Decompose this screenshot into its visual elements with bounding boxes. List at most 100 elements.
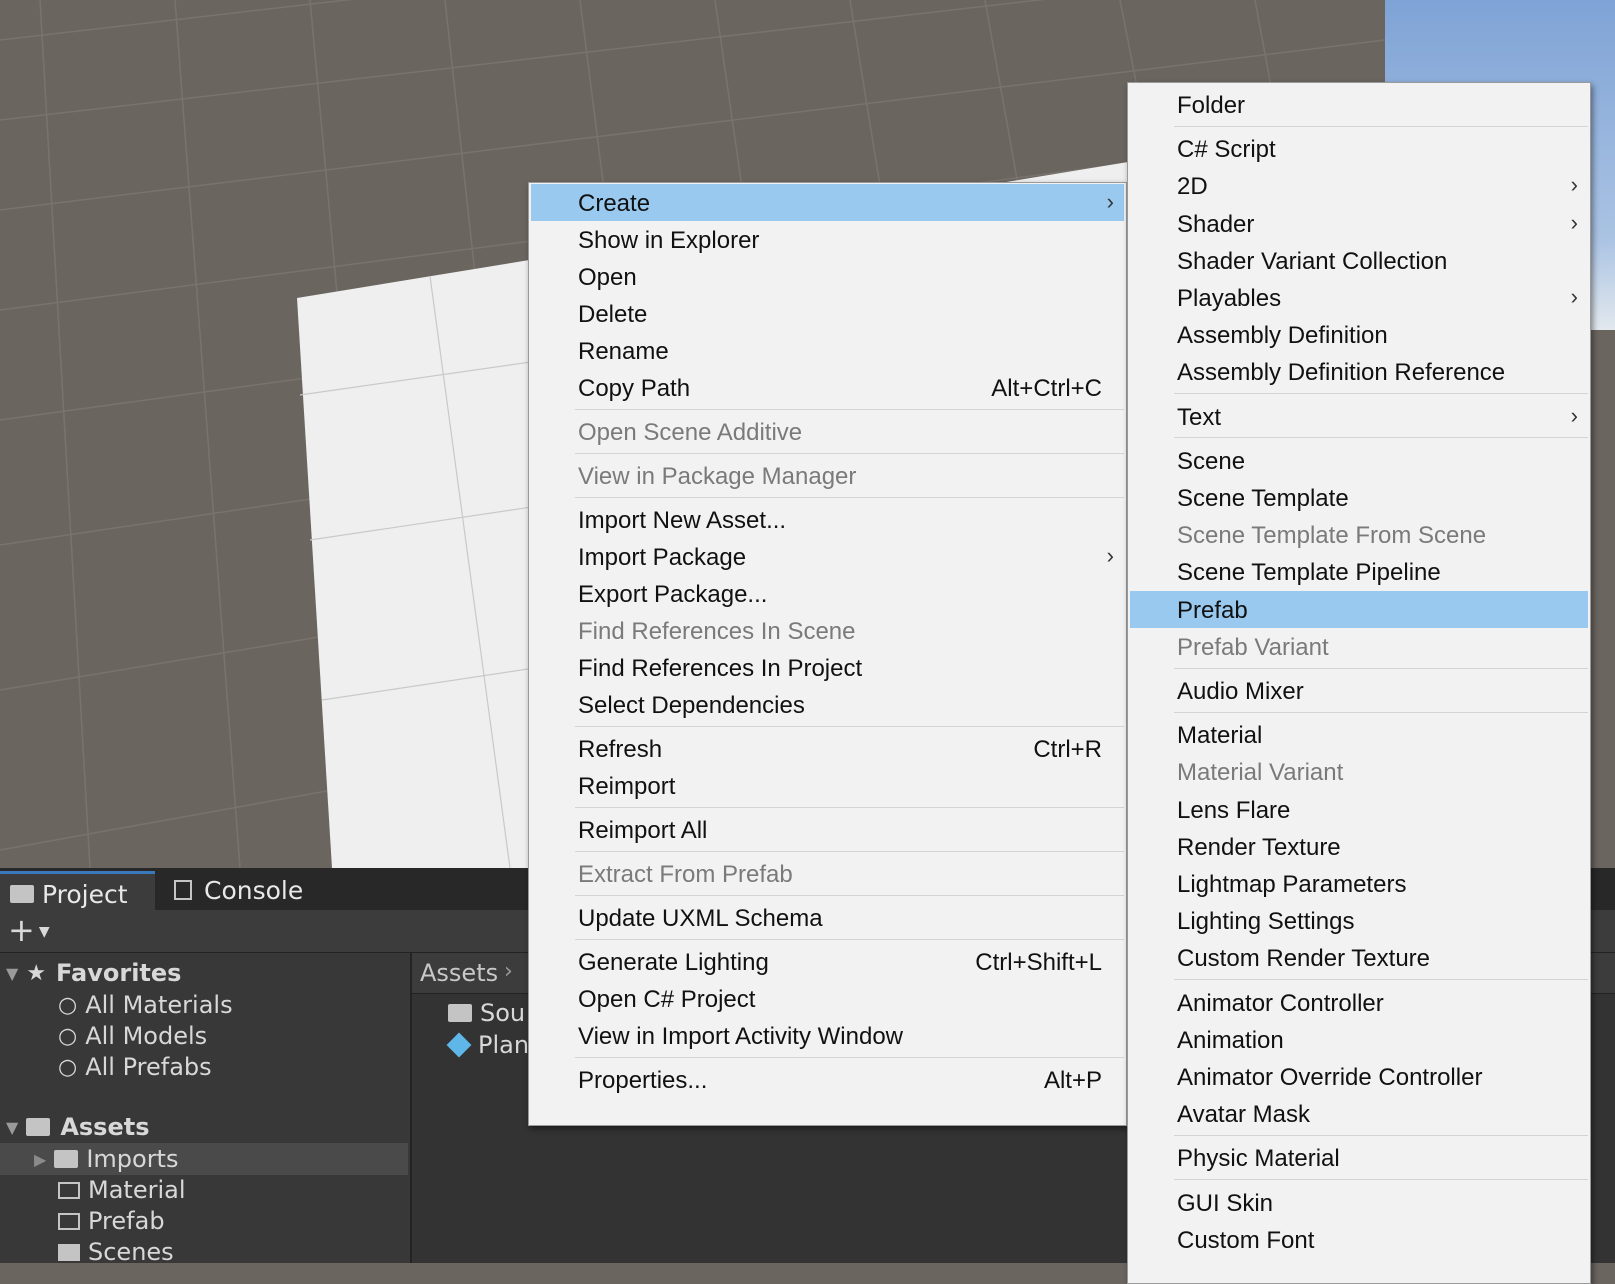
menu-item-lightmap-parameters[interactable]: Lightmap Parameters bbox=[1130, 865, 1588, 902]
search-icon: ○ bbox=[58, 992, 78, 1018]
asset-folder-item[interactable]: Scenes bbox=[58, 1236, 174, 1268]
menu-item-shortcut: Ctrl+R bbox=[1033, 736, 1102, 763]
menu-item-playables[interactable]: Playables › bbox=[1130, 279, 1588, 316]
menu-item-label: View in Import Activity Window bbox=[578, 1023, 903, 1050]
favorite-label: All Materials bbox=[85, 991, 233, 1019]
menu-item-label: Import Package bbox=[578, 544, 747, 571]
menu-item-label: Custom Render Texture bbox=[1177, 945, 1431, 973]
console-icon bbox=[174, 880, 192, 900]
menu-item-label: Text bbox=[1177, 403, 1222, 431]
content-item[interactable]: Plan bbox=[446, 1029, 529, 1061]
menu-item-label: Material bbox=[1177, 722, 1263, 750]
menu-item-label: Generate Lighting bbox=[578, 949, 769, 976]
folder-label: Prefab bbox=[88, 1207, 165, 1235]
menu-item-label: View in Package Manager bbox=[578, 463, 857, 490]
favorite-item[interactable]: ○ All Models bbox=[58, 1020, 207, 1052]
asset-folder-item[interactable]: ▶ Imports bbox=[0, 1143, 408, 1175]
favorites-header[interactable]: ▼ ★ Favorites bbox=[0, 957, 181, 989]
menu-item-delete[interactable]: Delete bbox=[531, 295, 1124, 332]
menu-item-folder[interactable]: Folder bbox=[1130, 86, 1588, 123]
menu-item-assembly-definition[interactable]: Assembly Definition bbox=[1130, 316, 1588, 353]
menu-item-label: GUI Skin bbox=[1177, 1189, 1274, 1217]
menu-item-reimport-all[interactable]: Reimport All bbox=[531, 811, 1124, 848]
menu-item-animator-controller[interactable]: Animator Controller bbox=[1130, 984, 1588, 1021]
menu-item-label: Rename bbox=[578, 338, 669, 365]
menu-item-text[interactable]: Text › bbox=[1130, 398, 1588, 435]
menu-item-view-in-import-activity-window[interactable]: View in Import Activity Window bbox=[531, 1017, 1124, 1054]
menu-item-reimport[interactable]: Reimport bbox=[531, 767, 1124, 804]
menu-item-custom-render-texture[interactable]: Custom Render Texture bbox=[1130, 939, 1588, 976]
tab-console[interactable]: Console bbox=[170, 870, 330, 910]
tab-project[interactable]: Project bbox=[0, 871, 155, 914]
menu-item-avatar-mask[interactable]: Avatar Mask bbox=[1130, 1095, 1588, 1132]
menu-item-update-uxml-schema[interactable]: Update UXML Schema bbox=[531, 899, 1124, 936]
menu-item-label: Open bbox=[578, 264, 637, 291]
menu-item-import-new-asset[interactable]: Import New Asset... bbox=[531, 501, 1124, 538]
menu-item-custom-font[interactable]: Custom Font bbox=[1130, 1221, 1588, 1258]
menu-item-physic-material[interactable]: Physic Material bbox=[1130, 1139, 1588, 1176]
menu-item-label: Create bbox=[578, 190, 651, 217]
menu-item-import-package[interactable]: Import Package › bbox=[531, 538, 1124, 575]
prefab-cube-icon bbox=[446, 1032, 472, 1058]
menu-separator bbox=[1174, 393, 1588, 395]
menu-item-lens-flare[interactable]: Lens Flare bbox=[1130, 791, 1588, 828]
menu-item-prefab[interactable]: Prefab bbox=[1130, 590, 1588, 628]
content-item[interactable]: Sou bbox=[448, 997, 525, 1029]
menu-item-shader[interactable]: Shader › bbox=[1130, 205, 1588, 242]
menu-separator bbox=[1174, 1179, 1588, 1181]
menu-item-rename[interactable]: Rename bbox=[531, 332, 1124, 369]
folder-label: Imports bbox=[86, 1145, 179, 1173]
menu-item-label: Find References In Project bbox=[578, 655, 863, 682]
add-button[interactable]: + ▼ bbox=[8, 914, 60, 946]
menu-item-view-in-package-manager: View in Package Manager bbox=[531, 457, 1124, 494]
menu-item-shortcut: Ctrl+Shift+L bbox=[975, 949, 1102, 976]
menu-item-2d[interactable]: 2D › bbox=[1130, 167, 1588, 204]
breadcrumb-assets[interactable]: Assets bbox=[420, 959, 498, 987]
menu-item-scene[interactable]: Scene bbox=[1130, 442, 1588, 479]
menu-item-open[interactable]: Open bbox=[531, 258, 1124, 295]
menu-item-lighting-settings[interactable]: Lighting Settings bbox=[1130, 902, 1588, 939]
tab-label: Project bbox=[42, 879, 128, 909]
menu-item-label: Prefab bbox=[1177, 596, 1248, 624]
menu-item-c-script[interactable]: C# Script bbox=[1130, 130, 1588, 167]
asset-folder-item[interactable]: Material bbox=[58, 1174, 186, 1206]
menu-item-copy-path[interactable]: Copy Path Alt+Ctrl+C bbox=[531, 369, 1124, 406]
menu-item-export-package[interactable]: Export Package... bbox=[531, 575, 1124, 612]
chevron-right-icon: › bbox=[504, 959, 513, 984]
menu-item-animator-override-controller[interactable]: Animator Override Controller bbox=[1130, 1058, 1588, 1095]
menu-item-label: Material Variant bbox=[1177, 759, 1344, 787]
menu-item-find-references-in-scene: Find References In Scene bbox=[531, 612, 1124, 649]
menu-item-generate-lighting[interactable]: Generate Lighting Ctrl+Shift+L bbox=[531, 943, 1124, 980]
tab-label: Console bbox=[204, 875, 304, 905]
menu-item-label: Shader bbox=[1177, 210, 1255, 238]
menu-item-material[interactable]: Material bbox=[1130, 716, 1588, 753]
menu-item-assembly-definition-reference[interactable]: Assembly Definition Reference bbox=[1130, 353, 1588, 390]
menu-item-create[interactable]: Create › bbox=[531, 184, 1124, 221]
menu-item-properties[interactable]: Properties... Alt+P bbox=[531, 1061, 1124, 1098]
menu-item-show-in-explorer[interactable]: Show in Explorer bbox=[531, 221, 1124, 258]
menu-item-refresh[interactable]: Refresh Ctrl+R bbox=[531, 730, 1124, 767]
menu-item-label: Render Texture bbox=[1177, 833, 1341, 861]
menu-item-audio-mixer[interactable]: Audio Mixer bbox=[1130, 672, 1588, 709]
menu-item-label: Avatar Mask bbox=[1177, 1101, 1310, 1129]
menu-item-scene-template[interactable]: Scene Template bbox=[1130, 479, 1588, 516]
menu-item-select-dependencies[interactable]: Select Dependencies bbox=[531, 686, 1124, 723]
menu-item-label: Lighting Settings bbox=[1177, 908, 1355, 936]
menu-item-label: Extract From Prefab bbox=[578, 861, 793, 888]
menu-item-label: Update UXML Schema bbox=[578, 905, 823, 932]
favorite-item[interactable]: ○ All Materials bbox=[58, 989, 233, 1021]
content-item-label: Sou bbox=[480, 999, 526, 1027]
menu-item-label: Shader Variant Collection bbox=[1177, 247, 1448, 275]
asset-folder-item[interactable]: Prefab bbox=[58, 1205, 165, 1237]
assets-header[interactable]: ▼ Assets bbox=[0, 1111, 150, 1143]
menu-item-find-references-in-project[interactable]: Find References In Project bbox=[531, 649, 1124, 686]
menu-item-label: Lens Flare bbox=[1177, 796, 1291, 824]
menu-item-render-texture[interactable]: Render Texture bbox=[1130, 828, 1588, 865]
favorite-item[interactable]: ○ All Prefabs bbox=[58, 1051, 212, 1083]
menu-item-scene-template-pipeline[interactable]: Scene Template Pipeline bbox=[1130, 553, 1588, 590]
menu-item-gui-skin[interactable]: GUI Skin bbox=[1130, 1184, 1588, 1221]
menu-item-animation[interactable]: Animation bbox=[1130, 1021, 1588, 1058]
menu-item-shader-variant-collection[interactable]: Shader Variant Collection bbox=[1130, 242, 1588, 279]
menu-item-open-c-project[interactable]: Open C# Project bbox=[531, 980, 1124, 1017]
chevron-right-icon: › bbox=[1570, 284, 1578, 309]
